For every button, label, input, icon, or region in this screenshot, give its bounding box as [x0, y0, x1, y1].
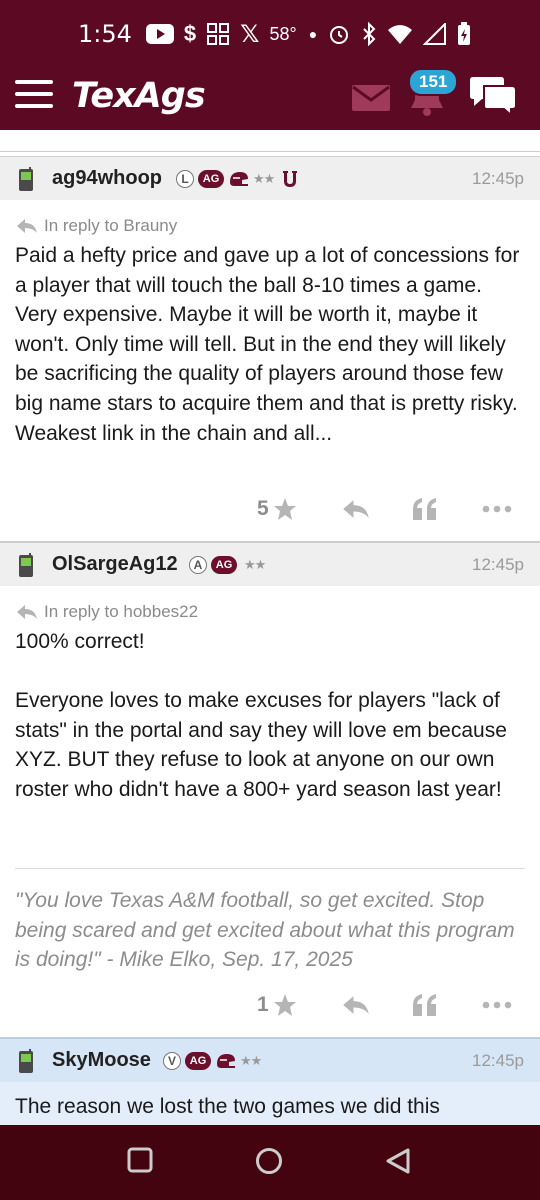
reply-reference[interactable]: In reply to hobbes22: [16, 602, 198, 622]
app-header: TexAgs 151: [0, 68, 540, 130]
badge-letter: L: [176, 169, 194, 188]
helmet-icon: [217, 1053, 235, 1068]
dollar-icon: $: [183, 21, 197, 46]
post-body: 100% correct! Everyone loves to make exc…: [15, 630, 507, 801]
post-time: 12:45p: [472, 554, 524, 574]
menu-icon[interactable]: [15, 80, 53, 110]
star-icon: [273, 498, 296, 520]
post-header: SkyMoose V AG ★★ 12:45p: [0, 1038, 540, 1082]
post-time: 12:45p: [472, 1050, 524, 1070]
signature-separator: [15, 868, 525, 869]
post-time: 12:45p: [472, 168, 524, 188]
stars: ★★: [253, 170, 275, 186]
username[interactable]: SkyMoose: [52, 1049, 151, 1072]
university-logo-icon: [283, 170, 298, 187]
apps-icon: [206, 20, 230, 48]
user-badges: A AG ★★: [189, 555, 266, 574]
wifi-icon: [387, 20, 413, 48]
home-button[interactable]: [255, 1147, 283, 1180]
ag-tag: AG: [211, 555, 237, 574]
username[interactable]: ag94whoop: [52, 167, 162, 190]
alarm-icon: [327, 20, 351, 48]
quote-button[interactable]: [411, 985, 439, 1025]
reply-reference[interactable]: In reply to Brauny: [16, 216, 177, 236]
status-bar: 1:54 $ 𝕏 58° ●: [0, 0, 540, 68]
like-button[interactable]: 1: [257, 985, 298, 1025]
status-time: 1:54: [78, 20, 132, 48]
username[interactable]: OlSargeAg12: [52, 553, 178, 576]
back-button[interactable]: [385, 1147, 411, 1180]
like-count: 5: [257, 497, 269, 520]
reply-button[interactable]: [342, 489, 370, 529]
helmet-icon: [230, 171, 248, 186]
like-count: 1: [257, 993, 269, 1016]
mobile-phone-icon: [19, 553, 33, 577]
more-icon: [482, 505, 512, 513]
circle-icon: [256, 1148, 282, 1174]
reply-to-text: In reply to Brauny: [44, 216, 178, 235]
triangle-back-icon: [386, 1148, 410, 1174]
post-actions: 5: [0, 489, 540, 529]
x-icon: 𝕏: [240, 20, 260, 48]
more-icon: [482, 1001, 512, 1009]
badge-letter: A: [189, 555, 207, 574]
more-options-button[interactable]: [482, 489, 512, 529]
bluetooth-icon: [361, 20, 377, 48]
badge-letter: V: [163, 1051, 181, 1070]
reply-arrow-icon: [17, 605, 37, 619]
previous-post-strip: [0, 130, 540, 152]
dot-icon: ●: [308, 26, 318, 42]
system-nav-bar: [0, 1125, 540, 1200]
reply-arrow-icon: [17, 219, 37, 233]
post-actions: 1: [0, 985, 540, 1025]
mobile-phone-icon: [19, 1049, 33, 1073]
reply-icon: [343, 500, 369, 518]
post-header: OlSargeAg12 A AG ★★ 12:45p: [0, 542, 540, 586]
ag-tag: AG: [185, 1051, 211, 1070]
like-button[interactable]: 5: [257, 489, 298, 529]
quote-button[interactable]: [411, 489, 439, 529]
post-header: ag94whoop L AG ★★ 12:45p: [0, 156, 540, 200]
mail-icon[interactable]: [352, 85, 390, 116]
mobile-phone-icon: [19, 167, 33, 191]
reply-icon: [343, 996, 369, 1014]
quote-icon: [413, 498, 436, 520]
reply-button[interactable]: [342, 985, 370, 1025]
post-body: Paid a hefty price and gave up a lot of …: [15, 244, 520, 445]
texags-logo[interactable]: TexAgs: [72, 76, 206, 116]
quote-icon: [413, 994, 436, 1016]
temperature: 58°: [269, 23, 297, 44]
recent-apps-button[interactable]: [127, 1147, 153, 1178]
user-badges: L AG ★★: [176, 169, 300, 189]
signature: "You love Texas A&M football, so get exc…: [15, 889, 515, 972]
battery-icon: [457, 20, 471, 48]
notification-badge[interactable]: 151: [408, 68, 459, 96]
star-icon: [273, 994, 296, 1016]
youtube-icon: [145, 20, 174, 48]
user-badges: V AG ★★: [163, 1051, 262, 1070]
stars: ★★: [240, 1052, 262, 1068]
stars: ★★: [244, 556, 266, 572]
square-icon: [127, 1147, 153, 1173]
reply-to-text: In reply to hobbes22: [44, 602, 199, 621]
chat-icon[interactable]: [468, 76, 518, 121]
more-options-button[interactable]: [482, 985, 512, 1025]
ag-tag: AG: [198, 169, 224, 188]
signal-icon: [423, 20, 447, 48]
post-body: The reason we lost the two games we did …: [15, 1095, 440, 1118]
